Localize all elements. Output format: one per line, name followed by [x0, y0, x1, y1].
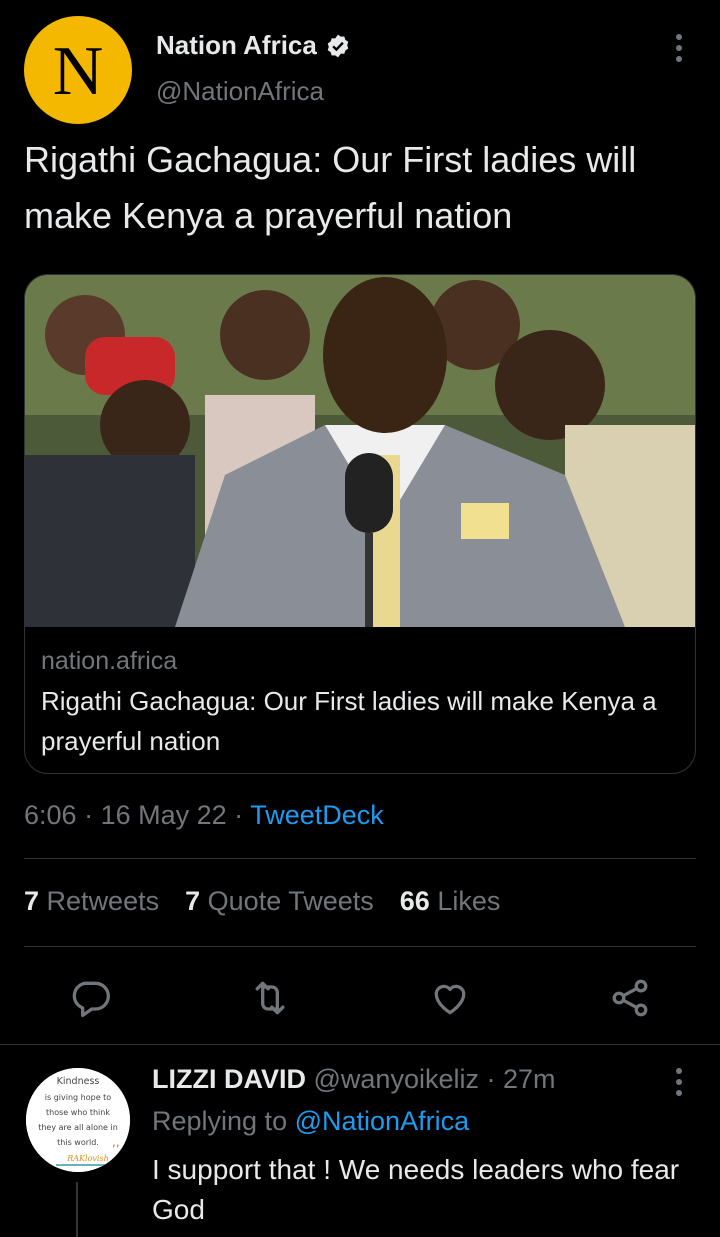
- retweets-stat[interactable]: 7 Retweets: [24, 886, 159, 917]
- svg-text:they are all alone in: they are all alone in: [38, 1123, 118, 1132]
- replying-to: Replying to @NationAfrica: [152, 1106, 469, 1137]
- author-handle[interactable]: @NationAfrica: [156, 76, 324, 107]
- retweet-icon[interactable]: [248, 976, 292, 1020]
- author-name-row[interactable]: Nation Africa: [156, 30, 351, 61]
- likes-stat[interactable]: 66 Likes: [400, 886, 501, 917]
- tweet-meta: 6:06 · 16 May 22 · TweetDeck: [24, 800, 384, 830]
- tweet-date: 16 May 22: [100, 800, 227, 830]
- thread-line: [76, 1182, 78, 1237]
- reply-more-options-icon[interactable]: [664, 1064, 694, 1100]
- verified-badge-icon: [327, 34, 349, 57]
- tweet-time: 6:06: [24, 800, 77, 830]
- reply-header: LIZZI DAVID @wanyoikeliz · 27m: [152, 1064, 556, 1094]
- replying-to-link[interactable]: @NationAfrica: [295, 1106, 469, 1136]
- svg-text:this world.: this world.: [57, 1138, 99, 1147]
- svg-text:RAKlovish: RAKlovish: [66, 1154, 109, 1163]
- divider: [24, 858, 696, 859]
- tweet-stats: 7 Retweets 7 Quote Tweets 66 Likes: [24, 886, 500, 917]
- svg-text:,,: ,,: [112, 1135, 120, 1149]
- avatar-letter: N: [52, 33, 104, 110]
- card-domain: nation.africa: [41, 647, 178, 675]
- card-title: Rigathi Gachagua: Our First ladies will …: [41, 686, 657, 756]
- reply-text: I support that ! We needs leaders who fe…: [152, 1154, 680, 1225]
- more-options-icon[interactable]: [664, 30, 694, 66]
- divider: [0, 1044, 720, 1045]
- link-card[interactable]: nation.africa Rigathi Gachagua: Our Firs…: [24, 274, 696, 774]
- reply-avatar[interactable]: Kindness is giving hope to those who thi…: [26, 1068, 130, 1172]
- reply-icon[interactable]: [68, 976, 112, 1020]
- svg-text:Kindness: Kindness: [57, 1076, 100, 1087]
- tweet-source[interactable]: TweetDeck: [250, 800, 384, 830]
- like-icon[interactable]: [428, 976, 472, 1020]
- author-avatar[interactable]: N: [24, 16, 132, 124]
- svg-text:those who think: those who think: [46, 1108, 110, 1117]
- replying-to-label: Replying to: [152, 1106, 288, 1136]
- reply-author-handle[interactable]: @wanyoikeliz: [314, 1064, 479, 1094]
- share-icon[interactable]: [608, 976, 652, 1020]
- author-name[interactable]: Nation Africa: [156, 30, 317, 61]
- card-photo: [25, 275, 695, 627]
- reply-avatar-image: Kindness is giving hope to those who thi…: [26, 1068, 130, 1172]
- svg-text:is giving hope to: is giving hope to: [45, 1093, 112, 1102]
- quotes-stat[interactable]: 7 Quote Tweets: [185, 886, 374, 917]
- reply-author-name[interactable]: LIZZI DAVID: [152, 1064, 306, 1094]
- divider: [24, 946, 696, 947]
- reply-time: 27m: [502, 1064, 556, 1094]
- tweet-text: Rigathi Gachagua: Our First ladies will …: [24, 139, 637, 236]
